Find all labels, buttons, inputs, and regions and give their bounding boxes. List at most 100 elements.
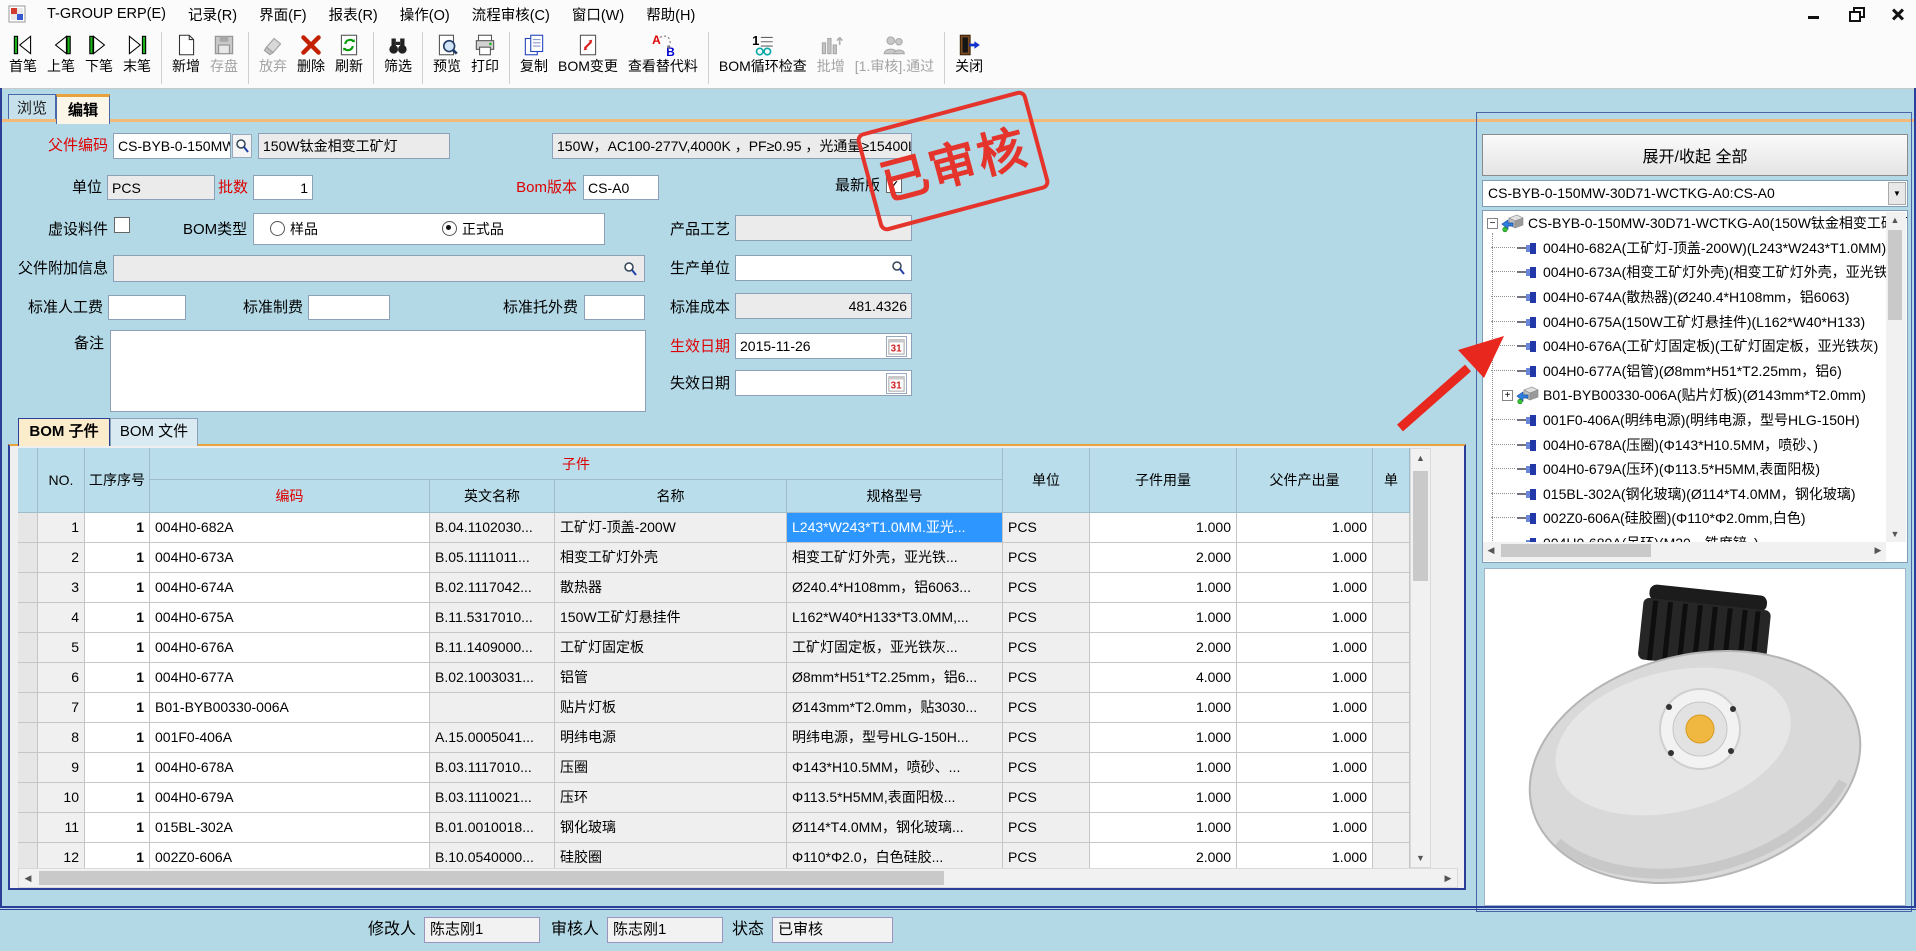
cell-qty[interactable]: 1.000	[1090, 753, 1237, 783]
scroll-up-icon[interactable]: ▲	[1411, 449, 1430, 467]
scroll-up-icon[interactable]: ▲	[1886, 212, 1904, 228]
prod-unit-field[interactable]	[735, 255, 912, 281]
cell-en[interactable]: B.03.1117010...	[430, 753, 555, 783]
cell-spec[interactable]: 相变工矿灯外壳，亚光铁...	[787, 543, 1003, 573]
cell-qty[interactable]: 1.000	[1090, 603, 1237, 633]
cell-cut[interactable]	[1373, 813, 1410, 843]
tab-bom-files[interactable]: BOM 文件	[110, 418, 198, 446]
cell-unit[interactable]: PCS	[1003, 633, 1090, 663]
table-vscrollbar[interactable]: ▲ ▼	[1410, 448, 1431, 868]
table-row[interactable]: 21004H0-673AB.05.1111011...相变工矿灯外壳相变工矿灯外…	[18, 543, 1410, 573]
cell-en[interactable]: B.02.1117042...	[430, 573, 555, 603]
std-labor-field[interactable]	[108, 295, 186, 320]
table-row[interactable]: 11004H0-682AB.04.1102030...工矿灯-顶盖-200WL2…	[18, 513, 1410, 543]
cell-name[interactable]: 相变工矿灯外壳	[555, 543, 787, 573]
prev-record-button[interactable]: 上笔	[42, 28, 80, 88]
cell-out[interactable]: 1.000	[1237, 783, 1373, 813]
cell-code[interactable]: B01-BYB00330-006A	[150, 693, 430, 723]
bom-version-field[interactable]: CS-A0	[583, 175, 659, 200]
cell-code[interactable]: 001F0-406A	[150, 723, 430, 753]
tree-item[interactable]: −CS-BYB-0-150MW-30D71-WCTKG-A0(150W钛金相变工…	[1483, 211, 1907, 236]
cell-cut[interactable]	[1373, 513, 1410, 543]
table-row[interactable]: 61004H0-677AB.02.1003031...铝管Ø8mm*H51*T2…	[18, 663, 1410, 693]
restore-icon[interactable]	[1848, 6, 1864, 22]
tree-item[interactable]: 004H0-682A(工矿灯-顶盖-200W)(L243*W243*T1.0MM…	[1483, 236, 1907, 261]
cell-no[interactable]: 9	[38, 753, 85, 783]
cell-out[interactable]: 1.000	[1237, 603, 1373, 633]
first-record-button[interactable]: 首笔	[4, 28, 42, 88]
cell-name[interactable]: 散热器	[555, 573, 787, 603]
cell-no[interactable]: 5	[38, 633, 85, 663]
bom-version-dropdown[interactable]: CS-BYB-0-150MW-30D71-WCTKG-A0:CS-A0	[1482, 180, 1908, 207]
cell-name[interactable]: 工矿灯固定板	[555, 633, 787, 663]
tab-bom-children[interactable]: BOM 子件	[18, 418, 110, 446]
cell-out[interactable]: 1.000	[1237, 693, 1373, 723]
cell-en[interactable]: B.01.0010018...	[430, 813, 555, 843]
parent-code-lookup-button[interactable]	[232, 134, 252, 158]
cell-no[interactable]: 7	[38, 693, 85, 723]
print-button[interactable]: 打印	[466, 28, 504, 88]
menu-report[interactable]: 报表(R)	[318, 1, 389, 28]
cell-seq[interactable]: 1	[85, 633, 150, 663]
cell-cut[interactable]	[1373, 723, 1410, 753]
cell-code[interactable]: 004H0-678A	[150, 753, 430, 783]
tab-edit[interactable]: 编辑	[56, 94, 110, 124]
table-row[interactable]: 111015BL-302AB.01.0010018...钢化玻璃Ø114*T4.…	[18, 813, 1410, 843]
table-row[interactable]: 71B01-BYB00330-006A贴片灯板Ø143mm*T2.0mm，贴30…	[18, 693, 1410, 723]
cell-spec[interactable]: Ø143mm*T2.0mm，贴3030...	[787, 693, 1003, 723]
collapse-icon[interactable]: −	[1487, 218, 1498, 229]
cell-no[interactable]: 3	[38, 573, 85, 603]
cell-spec[interactable]: Φ143*H10.5MM，喷砂、...	[787, 753, 1003, 783]
cell-out[interactable]: 1.000	[1237, 843, 1373, 868]
cell-code[interactable]: 004H0-679A	[150, 783, 430, 813]
cell-qty[interactable]: 1.000	[1090, 693, 1237, 723]
cell-out[interactable]: 1.000	[1237, 753, 1373, 783]
cell-en[interactable]: B.11.5317010...	[430, 603, 555, 633]
cell-name[interactable]: 钢化玻璃	[555, 813, 787, 843]
scroll-down-icon[interactable]: ▼	[1411, 849, 1430, 867]
parent-code-field[interactable]: CS-BYB-0-150MW-30D71-WCTKG-A0	[113, 133, 231, 159]
cell-cut[interactable]	[1373, 843, 1410, 868]
tree-item[interactable]: 004H0-679A(压环)(Φ113.5*H5MM,表面阳极)	[1483, 457, 1907, 482]
cell-seq[interactable]: 1	[85, 723, 150, 753]
cell-unit[interactable]: PCS	[1003, 513, 1090, 543]
menu-help[interactable]: 帮助(H)	[635, 1, 706, 28]
table-hscrollbar[interactable]: ◀ ▶	[18, 868, 1458, 888]
table-row[interactable]: 91004H0-678AB.03.1117010...压圈Φ143*H10.5M…	[18, 753, 1410, 783]
cell-unit[interactable]: PCS	[1003, 753, 1090, 783]
bom-type-sample-radio[interactable]: 样品	[270, 221, 318, 237]
cell-no[interactable]: 10	[38, 783, 85, 813]
tree-item[interactable]: 002Z0-606A(硅胶圈)(Φ110*Φ2.0mm,白色)	[1483, 506, 1907, 531]
cell-out[interactable]: 1.000	[1237, 663, 1373, 693]
cell-qty[interactable]: 2.000	[1090, 633, 1237, 663]
cell-en[interactable]: B.11.1409000...	[430, 633, 555, 663]
tree-vscrollbar[interactable]: ▲ ▼	[1886, 212, 1906, 542]
scroll-down-icon[interactable]: ▼	[1886, 526, 1904, 542]
cell-out[interactable]: 1.000	[1237, 813, 1373, 843]
cell-name[interactable]: 硅胶圈	[555, 843, 787, 868]
bom-loop-check-button[interactable]: 1 BOM循环检查	[714, 28, 812, 88]
bom-type-official-radio[interactable]: 正式品	[442, 221, 504, 237]
cell-qty[interactable]: 1.000	[1090, 723, 1237, 753]
cell-seq[interactable]: 1	[85, 813, 150, 843]
cell-qty[interactable]: 1.000	[1090, 513, 1237, 543]
close-icon[interactable]	[1890, 6, 1906, 22]
cell-en[interactable]: A.15.0005041...	[430, 723, 555, 753]
minimize-icon[interactable]	[1806, 6, 1822, 22]
cell-en[interactable]: B.04.1102030...	[430, 513, 555, 543]
cell-no[interactable]: 12	[38, 843, 85, 868]
hscroll-thumb[interactable]	[39, 871, 944, 885]
filter-button[interactable]: 筛选	[379, 28, 417, 88]
cell-sel[interactable]	[18, 633, 38, 663]
cell-cut[interactable]	[1373, 753, 1410, 783]
copy-button[interactable]: 复制	[515, 28, 553, 88]
cell-cut[interactable]	[1373, 633, 1410, 663]
cell-sel[interactable]	[18, 813, 38, 843]
cell-qty[interactable]: 1.000	[1090, 813, 1237, 843]
cell-en[interactable]	[430, 693, 555, 723]
cell-out[interactable]: 1.000	[1237, 633, 1373, 663]
cell-name[interactable]: 150W工矿灯悬挂件	[555, 603, 787, 633]
cell-name[interactable]: 压环	[555, 783, 787, 813]
cell-code[interactable]: 015BL-302A	[150, 813, 430, 843]
vscroll-thumb[interactable]	[1888, 230, 1902, 320]
